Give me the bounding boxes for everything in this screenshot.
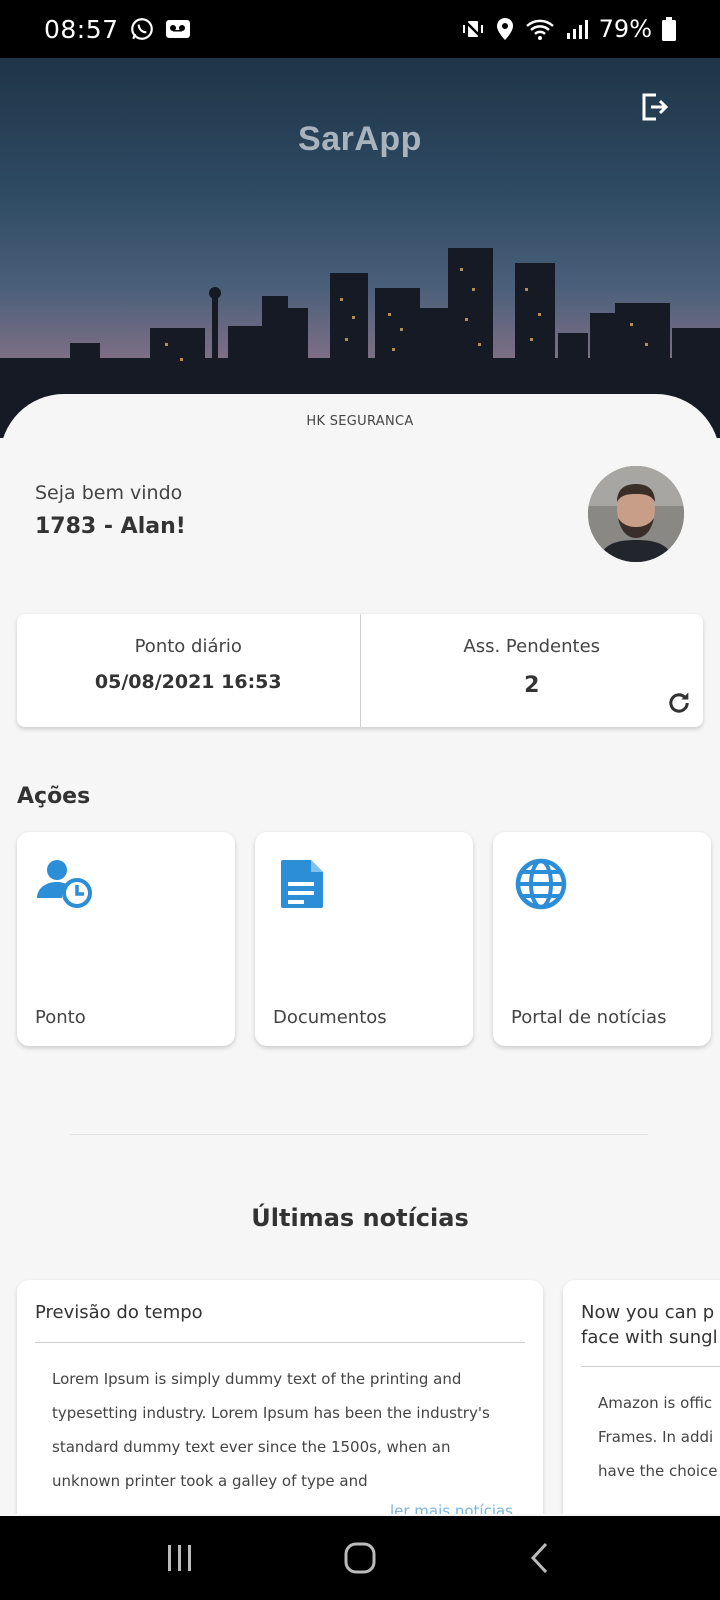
read-more-link[interactable]: ler mais notícias — [390, 1502, 513, 1514]
status-time: 08:57 — [44, 14, 119, 44]
action-label-portal-noticias: Portal de notícias — [511, 1007, 667, 1028]
news-separator — [35, 1342, 525, 1343]
company-name: HK SEGURANCA — [306, 414, 414, 429]
signal-icon — [565, 17, 589, 41]
back-button[interactable] — [510, 1528, 570, 1588]
city-skyline-illustration — [0, 248, 720, 438]
header-hero-image: SarApp — [0, 58, 720, 438]
recent-apps-button[interactable] — [150, 1528, 210, 1588]
pending-signatures-count: 2 — [524, 673, 540, 698]
section-divider — [70, 1134, 648, 1135]
battery-percent: 79% — [598, 15, 652, 43]
greeting-text: Seja bem vindo — [35, 482, 183, 504]
whatsapp-icon — [129, 16, 155, 42]
news-card[interactable]: Previsão do tempo Lorem Ipsum is simply … — [17, 1280, 543, 1514]
logout-icon — [642, 93, 669, 121]
pending-signatures-label: Ass. Pendentes — [463, 636, 601, 657]
action-label-documentos: Documentos — [273, 1007, 387, 1028]
ponto-diario-summary[interactable]: Ponto diário 05/08/2021 16:53 — [17, 614, 360, 727]
avatar-photo — [588, 466, 684, 562]
system-navigation-bar — [0, 1516, 720, 1600]
vibrate-icon — [461, 17, 485, 41]
globe-icon — [511, 858, 571, 910]
news-title: Previsão do tempo — [35, 1302, 203, 1323]
news-body: Lorem Ipsum is simply dummy text of the … — [52, 1370, 490, 1490]
app-title: SarApp — [298, 120, 422, 158]
document-icon — [273, 858, 333, 910]
back-icon — [530, 1542, 548, 1574]
main-content: HK SEGURANCA Seja bem vindo 1783 - Alan!… — [0, 394, 720, 1514]
news-title: Now you can p face with sungl — [581, 1302, 718, 1349]
home-icon — [344, 1542, 376, 1574]
status-bar: 08:57 79% — [0, 0, 720, 58]
voicemail-icon — [165, 18, 191, 40]
battery-icon — [662, 17, 676, 41]
user-clock-icon — [35, 858, 95, 910]
action-card-documentos[interactable]: Documentos — [255, 832, 473, 1046]
news-card[interactable]: Now you can p face with sungl Amazon is … — [563, 1280, 720, 1514]
home-button[interactable] — [330, 1528, 390, 1588]
action-card-ponto[interactable]: Ponto — [17, 832, 235, 1046]
recent-apps-icon — [168, 1545, 191, 1571]
news-body: Amazon is offic Frames. In addi have the… — [598, 1394, 718, 1480]
ponto-diario-label: Ponto diário — [134, 636, 242, 657]
refresh-icon — [669, 692, 689, 713]
user-name: 1783 - Alan! — [35, 514, 186, 539]
news-separator — [581, 1366, 720, 1367]
actions-section-title: Ações — [17, 784, 91, 809]
logout-button[interactable] — [640, 82, 680, 122]
action-card-portal-noticias[interactable]: Portal de notícias — [493, 832, 711, 1046]
avatar[interactable] — [588, 466, 684, 562]
wifi-icon — [525, 17, 555, 41]
location-icon — [495, 17, 515, 41]
ponto-diario-value: 05/08/2021 16:53 — [94, 671, 282, 693]
refresh-button[interactable] — [663, 687, 695, 719]
action-label-ponto: Ponto — [35, 1007, 86, 1028]
summary-card: Ponto diário 05/08/2021 16:53 Ass. Pende… — [17, 614, 703, 727]
pending-signatures-summary[interactable]: Ass. Pendentes 2 — [359, 614, 704, 727]
news-section-title: Últimas notícias — [251, 1204, 469, 1232]
